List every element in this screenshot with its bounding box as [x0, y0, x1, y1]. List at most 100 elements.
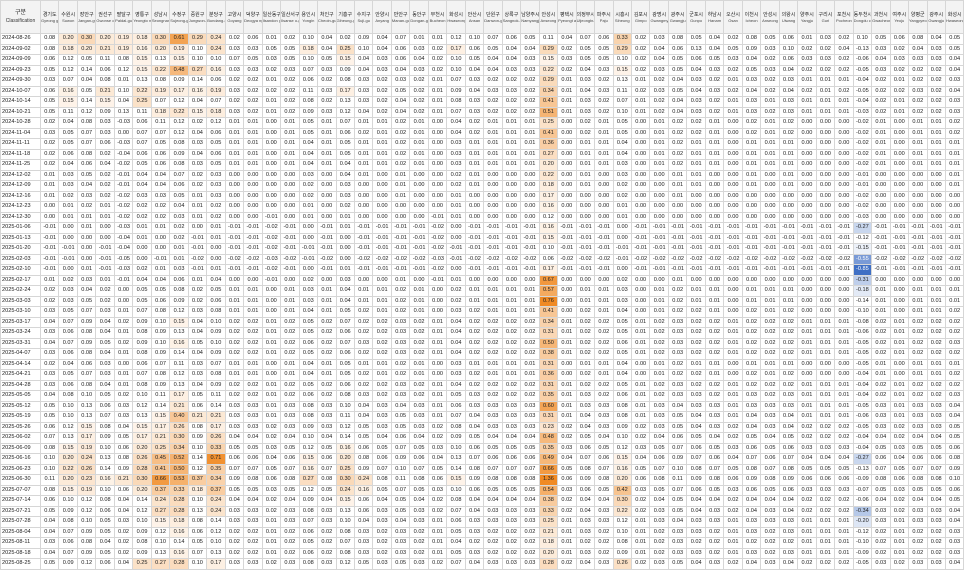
heatmap-cell: 0.02: [224, 75, 245, 87]
heatmap-cell: 0.05: [667, 495, 688, 507]
heatmap-cell: 0.01: [815, 75, 836, 87]
heatmap-cell: 0.01: [649, 306, 669, 318]
heatmap-cell: 0.00: [889, 369, 910, 381]
heatmap-cell: 0.03: [741, 516, 762, 528]
heatmap-cell: 0.02: [871, 316, 891, 328]
table-row: 2025-05-05 0.04 0.08 0.10 0.05 0.02 0.10 0.11 0.…: [0, 390, 964, 402]
table-row: 2025-03-17 0.04 0.07 0.09 0.04 0.02 0.09 0.10 0.…: [0, 316, 964, 328]
heatmap-cell: 0.02: [483, 547, 503, 559]
heatmap-cell: 0.06: [704, 453, 725, 465]
heatmap-cell: 0.02: [612, 274, 633, 286]
heatmap-cell: -0.01: [317, 264, 337, 276]
heatmap-cell: 0.02: [372, 75, 392, 87]
heatmap-cell: 0.12: [612, 516, 633, 528]
heatmap-cell: 0.00: [612, 264, 633, 276]
heatmap-cell: 0.01: [760, 138, 780, 150]
heatmap-cell: 0.12: [206, 117, 226, 129]
heatmap-cell: 0.01: [834, 400, 854, 412]
heatmap-cell: 0.06: [150, 159, 171, 171]
heatmap-cell: 0.02: [723, 505, 743, 517]
heatmap-cell: 0.03: [76, 274, 97, 286]
heatmap-cell: 0.03: [741, 75, 762, 87]
heatmap-cell: 0.01: [446, 201, 466, 213]
heatmap-cell: 0.01: [427, 337, 448, 349]
heatmap-cell: 0.02: [224, 379, 245, 391]
heatmap-cell: 0.00: [649, 180, 669, 192]
heatmap-cell: 0.15: [187, 106, 208, 118]
heatmap-cell: 0.01: [427, 33, 448, 45]
column-header-en: Sangnok-gu: [502, 17, 520, 23]
heatmap-cell: 0.02: [926, 75, 946, 87]
heatmap-cell: 0.28: [169, 558, 189, 570]
table-row: 2025-02-24 0.02 0.03 0.04 0.02 0.00 0.05 0.05 0.…: [0, 285, 964, 297]
heatmap-cell: -0.01: [390, 232, 411, 244]
heatmap-cell: 0.07: [760, 463, 780, 475]
heatmap-cell: 0.09: [206, 379, 226, 391]
heatmap-cell: 0.01: [760, 358, 780, 370]
heatmap-cell: 0.02: [908, 526, 928, 538]
column-header-en: Gyeong gi-do: [41, 17, 59, 23]
heatmap-cell: 0.00: [889, 306, 910, 318]
heatmap-cell: 0.13: [335, 505, 355, 517]
heatmap-cell: 0.02: [944, 348, 964, 360]
heatmap-cell: -0.01: [926, 243, 946, 255]
heatmap-cell: 0.12: [612, 442, 633, 454]
heatmap-cell: 0.00: [335, 253, 355, 265]
heatmap-cell: 0.02: [243, 96, 263, 108]
heatmap-cell: 0.01: [797, 400, 817, 412]
heatmap-cell: 0.05: [612, 127, 633, 139]
heatmap-cell: 0.01: [723, 411, 743, 423]
heatmap-cell: 0.02: [39, 117, 60, 129]
heatmap-cell: 0.04: [187, 96, 208, 108]
heatmap-cell: 0.02: [520, 348, 540, 360]
column-header-ko: 성남시: [153, 11, 168, 18]
heatmap-cell: 0.00: [889, 285, 910, 297]
heatmap-cell: 0.02: [243, 348, 263, 360]
heatmap-cell: 0.28: [538, 558, 559, 570]
heatmap-cell: 0.01: [390, 190, 411, 202]
heatmap-cell: 0.01: [409, 138, 429, 150]
heatmap-cell: -0.01: [760, 232, 780, 244]
heatmap-cell: 0.03: [243, 558, 263, 570]
heatmap-cell: 0.07: [446, 106, 466, 118]
heatmap-cell: 0.01: [76, 264, 97, 276]
heatmap-cell: 0.05: [520, 442, 540, 454]
heatmap-cell: 0.00: [723, 180, 743, 192]
heatmap-cell: 0.71: [206, 453, 226, 465]
heatmap-cell: 0.02: [760, 526, 780, 538]
heatmap-cell: 0.04: [261, 453, 282, 465]
heatmap-cell: 0.00: [815, 285, 836, 297]
heatmap-cell: 0.00: [261, 285, 282, 297]
heatmap-cell: 0.02: [520, 379, 540, 391]
column-header: 안성시 Anseong: [538, 0, 559, 34]
heatmap-cell: 0.03: [667, 537, 688, 549]
heatmap-cell: 0.02: [594, 547, 614, 559]
heatmap-cell: 0.00: [261, 127, 282, 139]
heatmap-cell: 0.01: [630, 379, 651, 391]
column-header-en: Jungwon-gu: [188, 17, 205, 23]
heatmap-cell: 0.02: [649, 106, 669, 118]
heatmap-cell: 0.06: [446, 400, 466, 412]
heatmap-cell: 0.02: [778, 127, 799, 139]
heatmap-cell: 0.02: [372, 379, 392, 391]
heatmap-cell: 0.01: [686, 295, 706, 307]
heatmap-cell: 0.02: [520, 75, 540, 87]
heatmap-cell: 0.01: [169, 243, 189, 255]
heatmap-cell: -0.01: [797, 222, 817, 234]
heatmap-cell: -0.04: [852, 379, 873, 391]
heatmap-cell: 0.06: [944, 442, 964, 454]
heatmap-cell: 0.02: [723, 85, 743, 97]
heatmap-cell: 0.21: [538, 526, 559, 538]
heatmap-cell: 0.01: [427, 96, 448, 108]
heatmap-cell: -0.02: [427, 222, 448, 234]
heatmap-cell: -0.01: [280, 222, 300, 234]
heatmap-cell: 0.10: [944, 474, 964, 486]
heatmap-cell: 0.03: [372, 421, 392, 433]
heatmap-cell: 0.02: [501, 106, 522, 118]
heatmap-cell: 0.02: [908, 337, 928, 349]
heatmap-cell: 0.18: [538, 180, 559, 192]
heatmap-cell: 0.16: [298, 463, 319, 475]
heatmap-cell: 0.00: [926, 274, 946, 286]
heatmap-cell: 0.01: [926, 306, 946, 318]
heatmap-cell: 0.02: [797, 64, 817, 76]
